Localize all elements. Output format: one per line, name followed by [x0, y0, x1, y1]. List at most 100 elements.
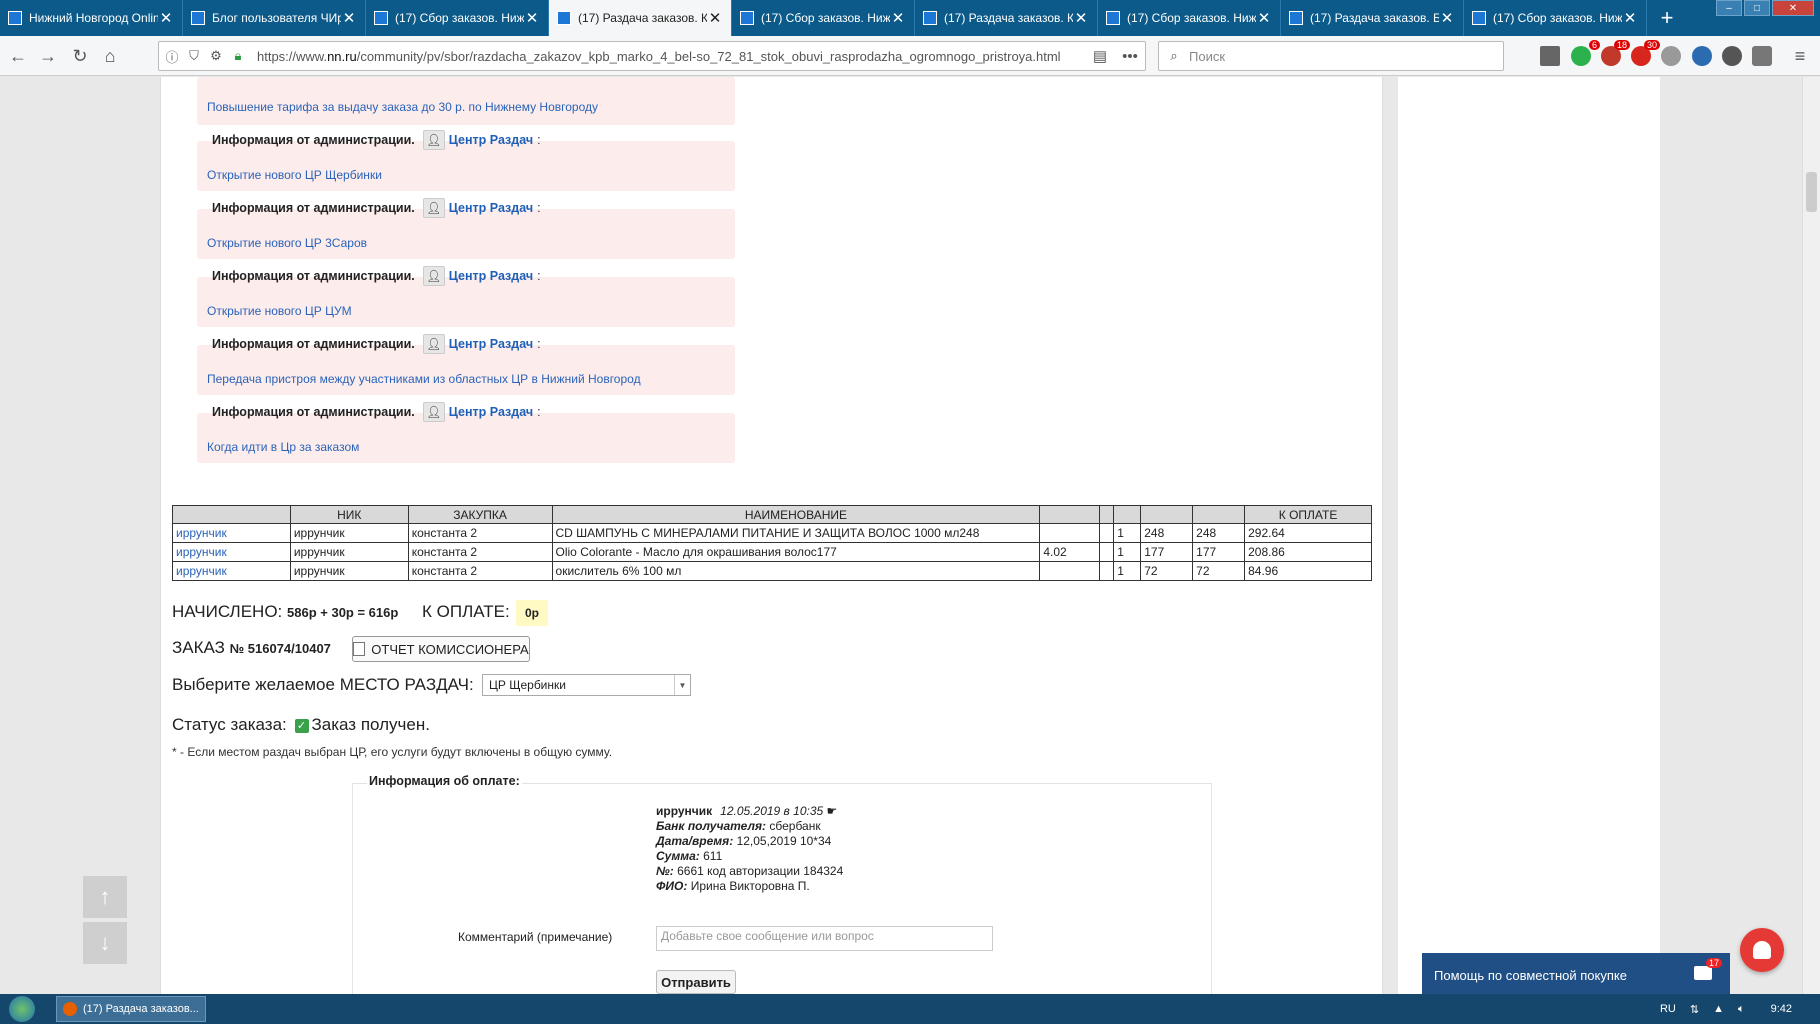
tab-title: (17) Сбор заказов. Нижний [1493, 11, 1622, 25]
volume-icon[interactable]: 🔈︎ [1738, 1003, 1745, 1016]
user-avatar-icon[interactable]: 👤︎ [422, 198, 445, 218]
notice-label: Информация от администрации. [212, 201, 415, 215]
system-tray: RU ⇅ ▲ 🔈︎ 9:42 [1646, 994, 1812, 1024]
close-tab-icon[interactable]: ✕ [1256, 9, 1272, 27]
clock[interactable]: 9:42 [1771, 1003, 1792, 1015]
table-cell[interactable]: иррунчик [172, 561, 291, 581]
browser-tab[interactable]: (17) Раздача заказов. Бе ✕ [1281, 0, 1464, 36]
close-tab-icon[interactable]: ✕ [1622, 9, 1638, 27]
user-link[interactable]: иррунчик [176, 564, 227, 578]
page-scrollbar[interactable] [1802, 77, 1820, 994]
browser-tab[interactable]: (17) Раздача заказов. КПБ✕ [549, 0, 732, 36]
start-button[interactable] [0, 994, 44, 1024]
browser-tab[interactable]: (17) Сбор заказов. Нижний✕ [732, 0, 915, 36]
info-icon[interactable]: ⓘ [163, 47, 181, 66]
notice-link[interactable]: Передача пристроя между участниками из о… [207, 372, 641, 386]
browser-tab[interactable]: (17) Сбор заказов. Нижний✕ [1098, 0, 1281, 36]
notice-author[interactable]: Центр Раздач [449, 269, 533, 283]
browser-tab[interactable]: Блог пользователя ЧИрка✕ [183, 0, 366, 36]
sync-icon[interactable] [1692, 46, 1712, 66]
back-icon[interactable]: ← [6, 44, 30, 68]
language-indicator[interactable]: RU [1660, 1003, 1676, 1015]
extension-shield-icon[interactable]: 6 [1571, 40, 1600, 66]
user-avatar-icon[interactable]: 👤︎ [422, 266, 445, 286]
close-tab-icon[interactable]: ✕ [1073, 9, 1089, 27]
column-header: НАИМЕНОВАНИЕ [551, 505, 1041, 524]
minimize-button[interactable]: – [1716, 0, 1742, 16]
bookmarks-icon[interactable] [1540, 46, 1560, 66]
notice-link[interactable]: Открытие нового ЦР 3Саров [207, 236, 367, 250]
user-link[interactable]: иррунчик [176, 526, 227, 540]
adblock-icon[interactable]: 30 [1631, 40, 1660, 66]
notice-author[interactable]: Центр Раздач [449, 337, 533, 351]
user-avatar-icon[interactable]: 👤︎ [422, 130, 445, 150]
table-cell: окислитель 6% 100 мл [551, 561, 1041, 581]
send-button[interactable]: Отправить [656, 970, 736, 994]
table-cell[interactable]: иррунчик [172, 523, 291, 543]
column-header [1099, 505, 1115, 524]
maximize-button[interactable]: □ [1744, 0, 1770, 16]
notice-author[interactable]: Центр Раздач [449, 201, 533, 215]
user-link[interactable]: иррунчик [176, 545, 227, 559]
notice-author[interactable]: Центр Раздач [449, 405, 533, 419]
close-tab-icon[interactable]: ✕ [707, 9, 723, 27]
notifications-bell-icon[interactable] [1740, 928, 1784, 972]
close-tab-icon[interactable]: ✕ [524, 9, 540, 27]
mail-icon[interactable]: 17 [1694, 958, 1722, 980]
browser-tab[interactable]: Нижний Новгород Online ✕ [0, 0, 183, 36]
pickup-place-select[interactable]: ЦР Щербинки ▼ [482, 674, 691, 696]
tray-expand-icon[interactable]: ▲ [1713, 1003, 1724, 1015]
permissions-icon[interactable]: ⚙ [207, 48, 225, 64]
menu-icon[interactable]: ≡ [1788, 44, 1812, 68]
notice-link[interactable]: Открытие нового ЦР ЦУМ [207, 304, 352, 318]
close-tab-icon[interactable]: ✕ [1439, 9, 1455, 27]
browser-tab[interactable]: (17) Раздача заказов. Ко ✕ [915, 0, 1098, 36]
search-bar[interactable]: ⌕ Поиск [1158, 41, 1504, 71]
table-cell: 72 [1140, 561, 1194, 581]
browser-tab[interactable]: (17) Сбор заказов. Нижний✕ [366, 0, 549, 36]
scroll-up-button[interactable]: ↑ [83, 876, 127, 918]
notice-link[interactable]: Когда идти в Цр за заказом [207, 440, 359, 454]
reload-icon[interactable]: ↻ [68, 44, 92, 68]
table-cell[interactable]: иррунчик [172, 542, 291, 562]
forward-icon[interactable]: → [36, 44, 60, 68]
browser-tab[interactable]: (17) Сбор заказов. Нижний✕ [1464, 0, 1647, 36]
comment-input[interactable]: Добавьте свое сообщение или вопрос [656, 926, 993, 951]
help-chat-widget[interactable]: Помощь по совместной покупке 17 [1422, 953, 1730, 997]
close-tab-icon[interactable]: ✕ [158, 9, 174, 27]
taskbar-firefox-item[interactable]: (17) Раздача заказов... [56, 996, 206, 1022]
address-bar[interactable]: ⓘ ⛉ ⚙ 🔒︎ https://www.nn.ru/community/pv/… [158, 41, 1146, 71]
taskbar: (17) Раздача заказов... RU ⇅ ▲ 🔈︎ 9:42 [0, 994, 1820, 1024]
table-row: иррунчик иррунчик константа 2 окислитель 6%… [172, 561, 1372, 581]
close-tab-icon[interactable]: ✕ [341, 9, 357, 27]
scroll-down-button[interactable]: ↓ [83, 922, 127, 964]
notice-author[interactable]: Центр Раздач [449, 133, 533, 147]
column-header [1113, 505, 1142, 524]
scrollbar-thumb[interactable] [1806, 172, 1817, 212]
extension-gift-icon[interactable]: 18 [1601, 40, 1630, 66]
user-avatar-icon[interactable]: 👤︎ [422, 402, 445, 422]
account-icon[interactable] [1722, 46, 1742, 66]
notice-colon: : [537, 269, 541, 283]
extension-icon[interactable] [1661, 46, 1681, 66]
site-favicon-icon [1472, 11, 1486, 25]
privacy-icon[interactable] [1752, 46, 1772, 66]
network-icon[interactable]: ⇅ [1690, 1003, 1699, 1016]
column-header: К ОПЛАТЕ [1244, 505, 1372, 524]
user-avatar-icon[interactable]: 👤︎ [422, 334, 445, 354]
page-actions-icon[interactable]: ••• [1115, 48, 1145, 65]
close-tab-icon[interactable]: ✕ [890, 9, 906, 27]
commissioner-report-button[interactable]: ОТЧЕТ КОМИССИОНЕРА [352, 636, 530, 662]
url-text[interactable]: https://www.nn.ru/community/pv/sbor/razd… [257, 49, 1085, 64]
chevron-down-icon[interactable]: ▼ [674, 675, 690, 695]
notice-link[interactable]: Открытие нового ЦР Щербинки [207, 168, 382, 182]
close-window-button[interactable]: ✕ [1772, 0, 1814, 16]
tab-bar: Нижний Новгород Online ✕ Блог пользователя… [0, 0, 1820, 36]
reply-icon[interactable]: ☛ [827, 804, 838, 818]
notice-link[interactable]: Повышение тарифа за выдачу заказа до 30 … [207, 100, 598, 114]
shield-icon[interactable]: ⛉ [185, 48, 203, 64]
new-tab-button[interactable]: + [1647, 0, 1687, 36]
lock-icon[interactable]: 🔒︎ [229, 48, 247, 64]
home-icon[interactable]: ⌂ [98, 44, 122, 68]
reader-view-icon[interactable]: ▤ [1085, 47, 1115, 65]
